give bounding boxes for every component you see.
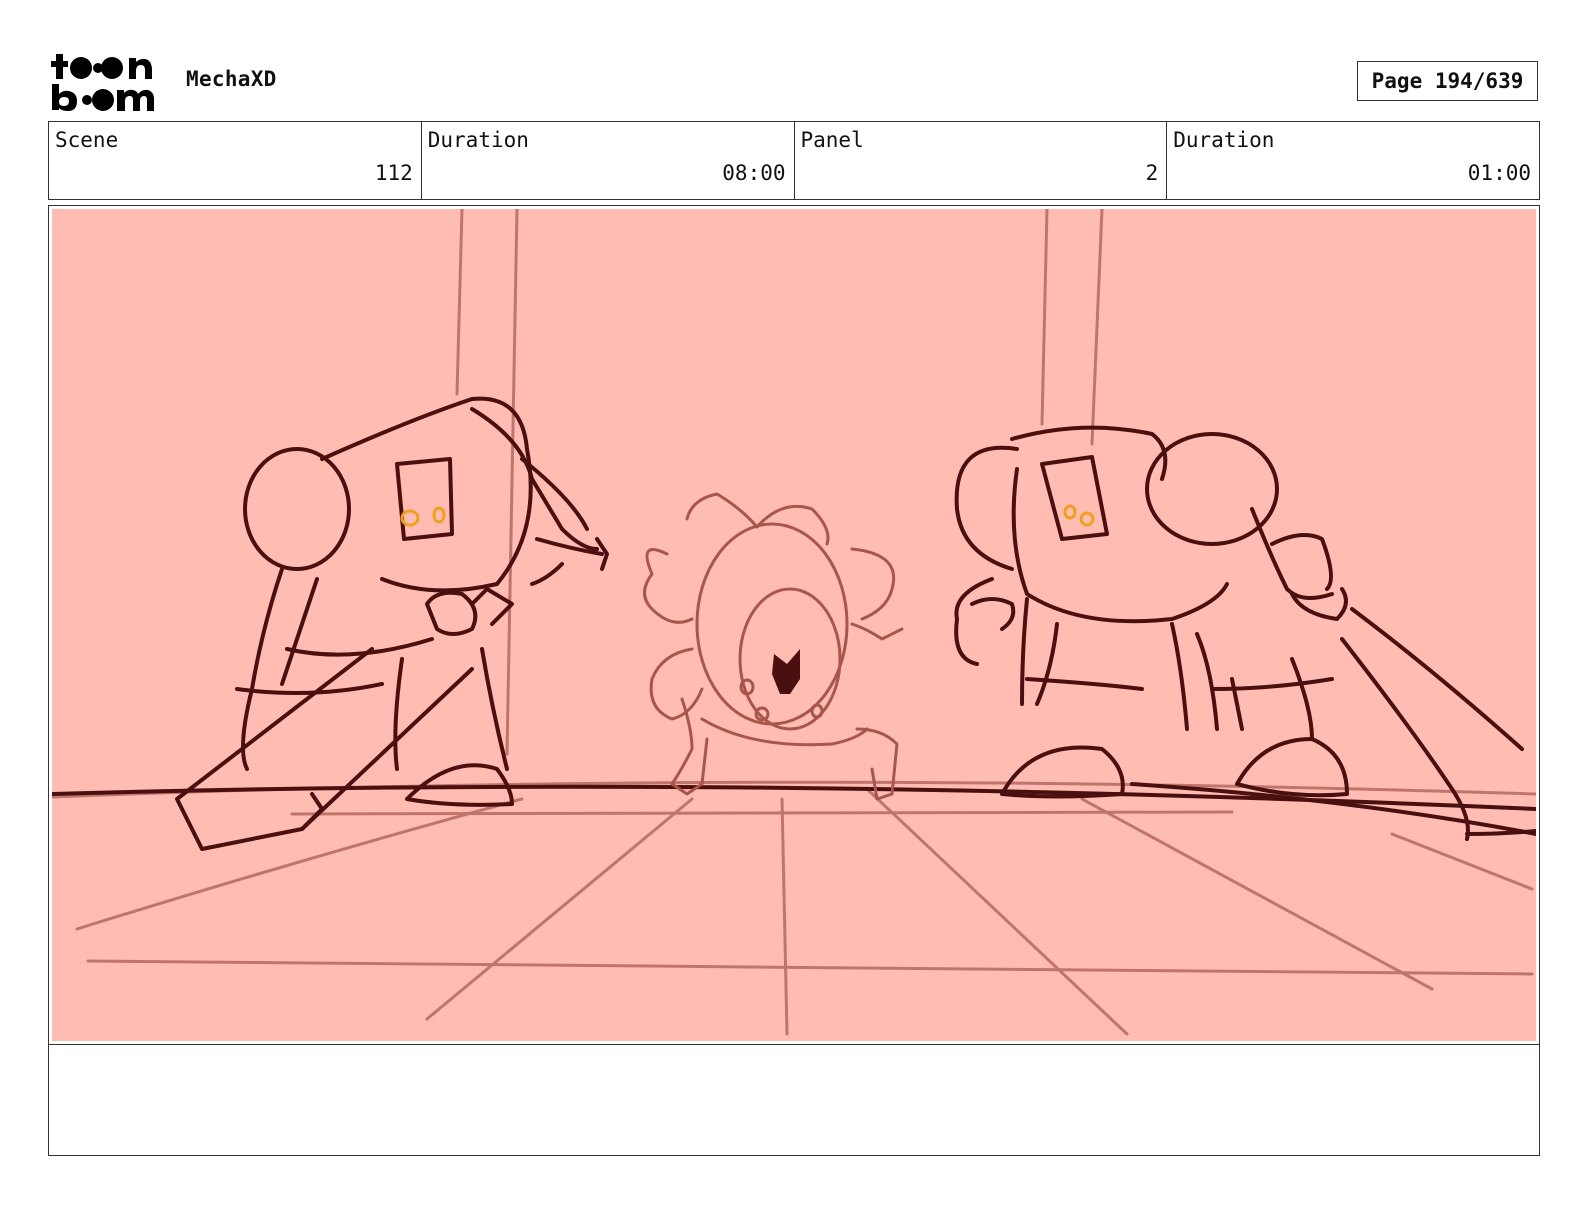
right-robot <box>954 425 1536 841</box>
panel-notes-box <box>48 1044 1540 1156</box>
page-label: Page 194/639 <box>1371 69 1524 93</box>
floor-grid <box>52 209 1536 1036</box>
panel-label: Panel <box>800 128 864 152</box>
scene-value: 112 <box>374 161 413 185</box>
right-robot-eyes <box>1063 504 1095 527</box>
panel-value: 2 <box>1145 161 1159 185</box>
wall-base <box>52 782 1536 836</box>
panel-cell: Panel 2 <box>795 122 1168 199</box>
scene-info-table: Scene 112 Duration 08:00 Panel 2 Duratio… <box>48 121 1540 200</box>
middle-creature <box>643 492 904 801</box>
panel-duration-label: Duration <box>1173 128 1275 152</box>
panel-duration-cell: Duration 01:00 <box>1167 122 1539 199</box>
page-indicator: Page 194/639 <box>1357 61 1538 101</box>
panel-duration-value: 01:00 <box>1467 161 1531 185</box>
storyboard-panel-drawing <box>52 209 1536 1041</box>
toon-boom-logo <box>50 50 165 114</box>
scene-duration-cell: Duration 08:00 <box>422 122 795 199</box>
left-robot <box>175 396 609 851</box>
scene-duration-value: 08:00 <box>722 161 786 185</box>
scene-label: Scene <box>55 128 119 152</box>
scene-cell: Scene 112 <box>49 122 422 199</box>
left-robot-eyes <box>400 506 446 527</box>
scene-duration-label: Duration <box>427 128 529 152</box>
project-title: MechaXD <box>186 67 277 91</box>
middle-creature-face <box>772 649 800 694</box>
